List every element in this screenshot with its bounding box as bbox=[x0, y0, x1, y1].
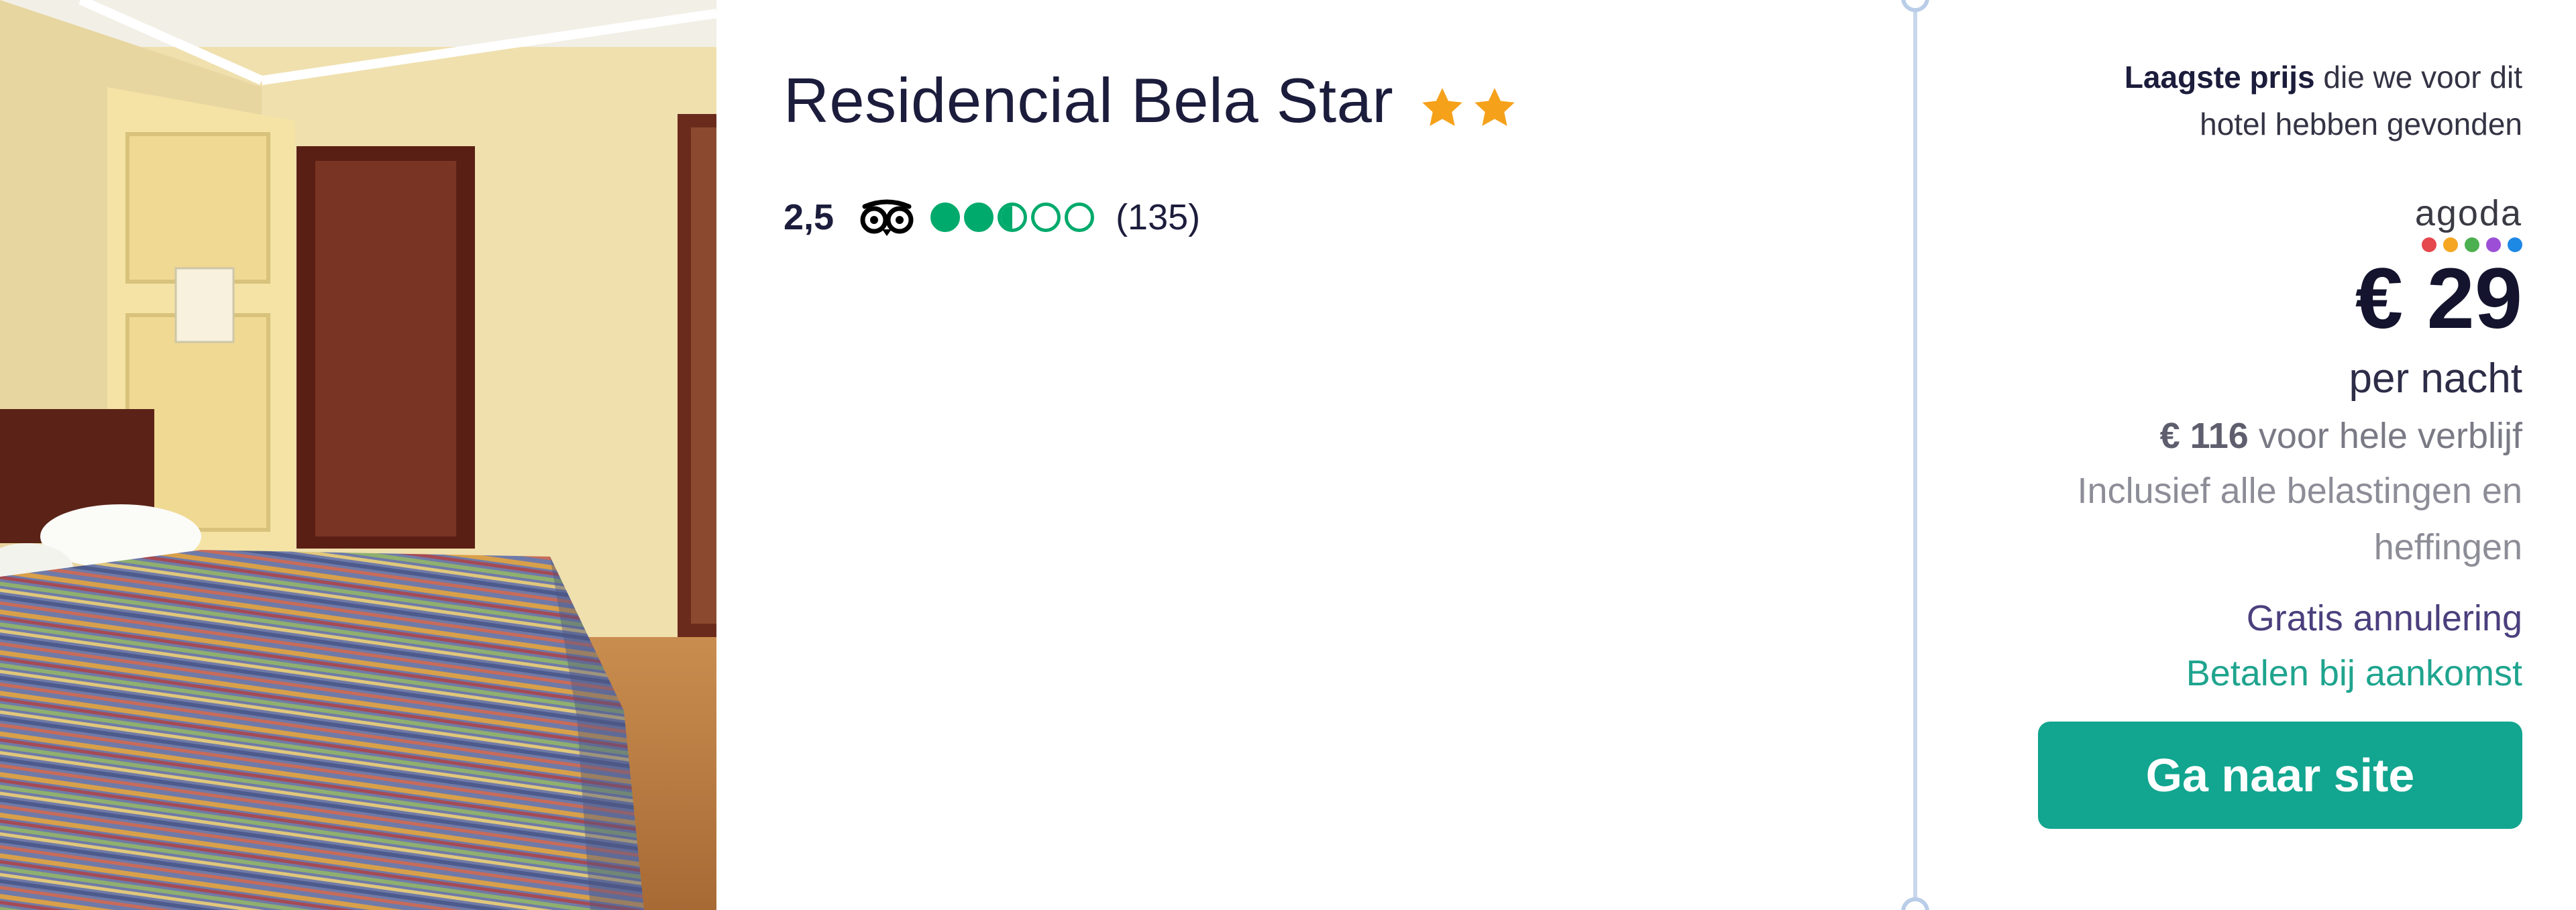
bubble-rating bbox=[930, 203, 1098, 232]
total-suffix: voor hele verblijf bbox=[2258, 416, 2522, 456]
rating-bubble bbox=[930, 203, 961, 232]
star-icon bbox=[1474, 88, 1515, 126]
go-to-site-button[interactable]: Ga naar site bbox=[2038, 722, 2522, 829]
rating-score: 2,5 bbox=[784, 197, 835, 237]
total-stay-price: € 116 voor hele verblijf bbox=[1972, 409, 2522, 463]
taxes-note: Inclusief alle belastingen en heffingen bbox=[1972, 463, 2522, 575]
provider-name: agoda bbox=[2414, 193, 2522, 233]
provider-logo-dots bbox=[2415, 237, 2522, 252]
hotel-name[interactable]: Residencial Bela Star bbox=[784, 64, 1393, 137]
lowest-price-text-line2: hotel hebben gevonden bbox=[2200, 107, 2522, 141]
provider-logo: agoda bbox=[1972, 194, 2522, 252]
per-night-label: per nacht bbox=[2349, 355, 2522, 402]
provider-dot bbox=[2508, 237, 2522, 252]
price-panel: Laagste prijs die we voor dit hotel hebb… bbox=[1972, 54, 2522, 829]
provider-dot bbox=[2486, 237, 2501, 252]
hotel-star-rating bbox=[1419, 84, 1523, 131]
lowest-price-text: die we voor dit bbox=[2323, 60, 2522, 95]
hotel-info: Residencial Bela Star 2,5 (135) bbox=[784, 64, 1817, 244]
taxes-line-1: Inclusief alle belastingen en bbox=[2077, 471, 2522, 511]
rating-bubble bbox=[964, 203, 994, 232]
divider-notch-bottom bbox=[1901, 897, 1929, 910]
provider-dot bbox=[2465, 237, 2479, 252]
rating-bubble bbox=[1065, 203, 1095, 232]
pay-at-arrival-label: Betalen bij aankomst bbox=[2186, 653, 2522, 693]
lowest-price-note: Laagste prijs die we voor dit hotel hebb… bbox=[1972, 54, 2522, 148]
review-count: (135) bbox=[1116, 197, 1201, 237]
free-cancellation-label: Gratis annulering bbox=[2246, 598, 2522, 638]
hotel-room-image bbox=[0, 0, 716, 910]
column-divider bbox=[1913, 0, 1917, 910]
lowest-price-label: Laagste prijs bbox=[2124, 60, 2315, 95]
taxes-line-2: heffingen bbox=[2373, 527, 2522, 567]
provider-dot bbox=[2422, 237, 2436, 252]
rating-bubble bbox=[998, 203, 1028, 232]
nightly-price: € 29 bbox=[2355, 251, 2522, 347]
hotel-photo[interactable] bbox=[0, 0, 716, 910]
title-row: Residencial Bela Star bbox=[784, 64, 1817, 137]
tripadvisor-owl-icon bbox=[860, 199, 914, 236]
star-icon bbox=[1422, 88, 1462, 126]
rating-bubble bbox=[1031, 203, 1061, 232]
total-amount: € 116 bbox=[2159, 416, 2249, 456]
review-rating-row[interactable]: 2,5 (135) bbox=[784, 190, 1817, 244]
divider-notch-top bbox=[1901, 0, 1929, 12]
provider-dot bbox=[2443, 237, 2458, 252]
